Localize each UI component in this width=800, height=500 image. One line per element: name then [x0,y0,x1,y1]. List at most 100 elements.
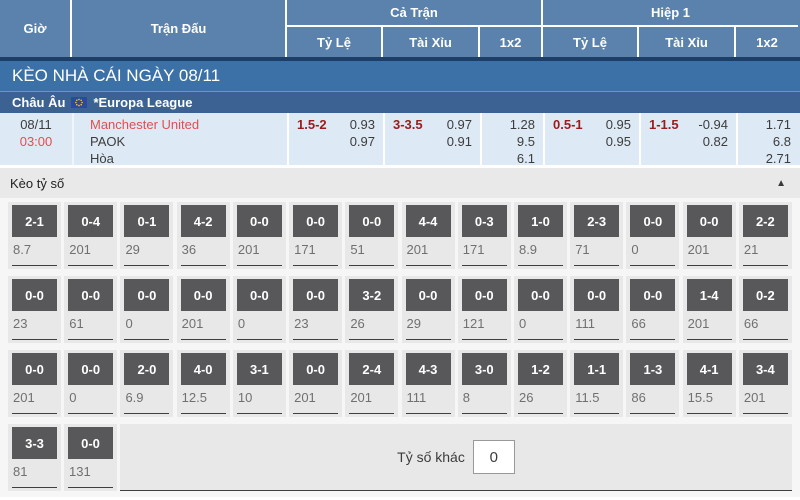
collapse-arrow-icon[interactable]: ▲ [776,178,786,189]
fulltime-1x2-cell[interactable]: 1.28 9.5 6.1 [480,113,543,165]
score-cell[interactable]: 0-0 23 [8,276,61,343]
score-odds: 36 [181,237,226,257]
h1-ou-odd-over[interactable]: -0.94 [698,116,728,133]
score-cell[interactable]: 0-0 0 [626,202,679,269]
league-row[interactable]: Châu Âu *Europa League [0,91,800,113]
half-overunder-cell[interactable]: 1-1.5 -0.94 0.82 [639,113,736,165]
ft-1x2-home[interactable]: 1.28 [510,116,535,133]
header-match: Trận Đấu [72,0,287,57]
score-odds: 201 [12,385,57,405]
h1-1x2-home[interactable]: 1.71 [766,116,791,133]
score-odds: 8 [462,385,507,405]
score-cell[interactable]: 0-3 171 [458,202,511,269]
ft-handicap-odd-home[interactable]: 0.93 [350,116,375,133]
h1-1x2-away[interactable]: 6.8 [773,133,791,150]
score-label: 0-4 [68,205,113,237]
h1-1x2-draw[interactable]: 2.71 [766,150,791,167]
score-cell[interactable]: 0-0 66 [626,276,679,343]
h1-handicap-odd-home[interactable]: 0.95 [606,116,631,133]
score-cell[interactable]: 0-0 131 [64,424,117,491]
score-cell[interactable]: 4-4 201 [402,202,455,269]
score-odds: 12.5 [181,385,226,405]
correct-score-section: Kèo tỷ số ▲ 2-1 8.7 0-4 201 0-1 29 4-2 3… [0,168,800,497]
score-cell[interactable]: 4-1 15.5 [683,350,736,417]
score-label: 0-3 [462,205,507,237]
score-label: 4-0 [181,353,226,385]
score-odds: 131 [68,459,113,479]
score-cell[interactable]: 2-1 8.7 [8,202,61,269]
score-cell[interactable]: 1-3 86 [626,350,679,417]
fulltime-handicap-cell[interactable]: 1.5-2 0.93 0.97 [287,113,383,165]
score-cell[interactable]: 4-0 12.5 [177,350,230,417]
header-h1-overunder: Tài Xỉu [639,27,736,57]
h1-ou-odd-under[interactable]: 0.82 [703,133,728,150]
score-odds: 66 [743,311,788,331]
score-cell[interactable]: 0-0 121 [458,276,511,343]
score-label: 2-3 [574,205,619,237]
score-cell[interactable]: 1-0 8.9 [514,202,567,269]
score-cell[interactable]: 0-0 29 [402,276,455,343]
score-label: 4-2 [181,205,226,237]
h1-handicap-line: 0.5-1 [553,116,583,165]
score-cell[interactable]: 0-2 66 [739,276,792,343]
score-cell[interactable]: 0-0 201 [8,350,61,417]
score-cell[interactable]: 3-1 10 [233,350,286,417]
score-label: 4-1 [687,353,732,385]
ft-1x2-away[interactable]: 9.5 [517,133,535,150]
score-cell[interactable]: 3-2 26 [345,276,398,343]
score-cell[interactable]: 2-0 6.9 [120,350,173,417]
score-odds: 21 [743,237,788,257]
half-handicap-cell[interactable]: 0.5-1 0.95 0.95 [543,113,639,165]
ft-ou-odd-under[interactable]: 0.91 [447,133,472,150]
score-label: 4-3 [406,353,451,385]
score-cell[interactable]: 1-2 26 [514,350,567,417]
ft-1x2-draw[interactable]: 6.1 [517,150,535,167]
score-cell[interactable]: 0-0 201 [233,202,286,269]
header-firsthalf-label: Hiệp 1 [543,0,798,27]
score-cell[interactable]: 4-3 111 [402,350,455,417]
match-time: 03:00 [0,133,72,150]
score-odds: 29 [124,237,169,257]
header-h1-1x2: 1x2 [736,27,798,57]
score-cell[interactable]: 3-0 8 [458,350,511,417]
score-cell[interactable]: 0-0 51 [345,202,398,269]
ft-ou-odd-over[interactable]: 0.97 [447,116,472,133]
score-cell[interactable]: 1-1 11.5 [570,350,623,417]
score-cell[interactable]: 2-2 21 [739,202,792,269]
score-cell[interactable]: 3-3 81 [8,424,61,491]
score-cell[interactable]: 0-0 0 [233,276,286,343]
h1-handicap-odd-away[interactable]: 0.95 [606,133,631,150]
score-cell[interactable]: 3-4 201 [739,350,792,417]
score-cell[interactable]: 0-4 201 [64,202,117,269]
score-odds: 81 [12,459,57,479]
score-cell[interactable]: 0-0 111 [570,276,623,343]
score-cell[interactable]: 2-4 201 [345,350,398,417]
score-cell[interactable]: 0-0 0 [120,276,173,343]
score-label: 1-4 [687,279,732,311]
score-cell[interactable]: 0-0 0 [514,276,567,343]
score-label: 1-3 [630,353,675,385]
score-cell[interactable]: 0-0 201 [177,276,230,343]
half-1x2-cell[interactable]: 1.71 6.8 2.71 [736,113,799,165]
score-label: 0-0 [68,427,113,459]
score-cell[interactable]: 0-0 201 [289,350,342,417]
score-cell[interactable]: 2-3 71 [570,202,623,269]
score-cell[interactable]: 1-4 201 [683,276,736,343]
score-cell[interactable]: 0-0 61 [64,276,117,343]
score-cell[interactable]: 0-0 171 [289,202,342,269]
score-cell[interactable]: 0-0 23 [289,276,342,343]
score-label: 0-0 [181,279,226,311]
ft-handicap-odd-away[interactable]: 0.97 [350,133,375,150]
fulltime-overunder-cell[interactable]: 3-3.5 0.97 0.91 [383,113,480,165]
score-cell[interactable]: 0-0 0 [64,350,117,417]
score-odds: 0 [124,311,169,331]
header-ft-handicap: Tỷ Lệ [287,27,383,57]
score-odds: 15.5 [687,385,732,405]
score-cell[interactable]: 0-0 201 [683,202,736,269]
score-cell[interactable]: 0-1 29 [120,202,173,269]
other-score-input[interactable] [473,440,515,474]
score-cell[interactable]: 4-2 36 [177,202,230,269]
header-group-firsthalf: Hiệp 1 Tỷ Lệ Tài Xỉu 1x2 [543,0,798,57]
score-label: 0-1 [124,205,169,237]
h1-ou-line: 1-1.5 [649,116,679,165]
